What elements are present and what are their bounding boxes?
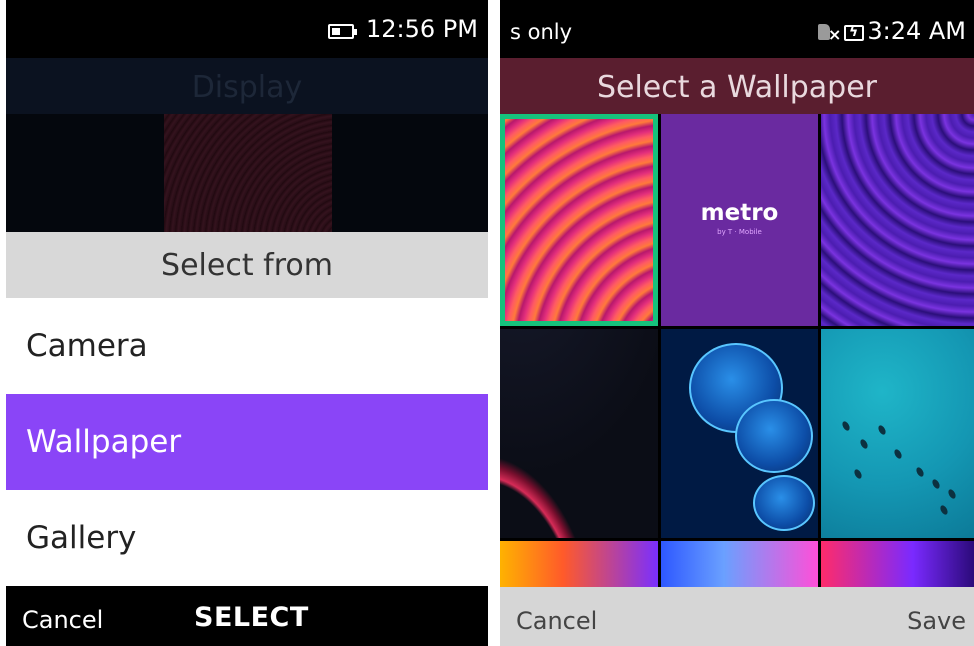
cancel-softkey[interactable]: Cancel	[516, 607, 597, 635]
softkey-bar: Cancel SELECT	[6, 586, 488, 646]
wallpaper-tile-5[interactable]	[661, 329, 818, 538]
battery-charging-icon: ϟ	[844, 24, 864, 41]
status-bar: 12:56 PM	[6, 0, 488, 58]
option-gallery[interactable]: Gallery	[6, 490, 488, 586]
selection-frame	[500, 114, 658, 326]
select-wallpaper-screen: s only × ϟ 3:24 AM Select a Wallpaper me…	[500, 0, 974, 646]
fish-shape	[938, 504, 950, 516]
option-label: Wallpaper	[26, 424, 182, 460]
wallpaper-tile-8[interactable]	[661, 541, 818, 587]
metro-tagline: by T · Mobile	[717, 228, 762, 236]
fish-shape	[858, 438, 870, 450]
sim-x-mark: ×	[828, 25, 842, 44]
background-title: Display	[191, 70, 303, 105]
fish-shape	[946, 488, 958, 500]
status-time: 3:24 AM	[867, 17, 966, 45]
page-title: Select a Wallpaper	[596, 70, 878, 105]
fish-shape	[914, 466, 926, 478]
wallpaper-tile-7[interactable]	[500, 541, 658, 587]
no-sim-icon: ×	[818, 24, 842, 44]
option-wallpaper[interactable]: Wallpaper	[6, 394, 488, 490]
option-label: Camera	[26, 328, 148, 364]
metro-logo: metro	[700, 200, 779, 226]
status-bar: s only × ϟ 3:24 AM	[500, 0, 974, 58]
fish-shape	[840, 420, 852, 432]
option-camera[interactable]: Camera	[6, 298, 488, 394]
cancel-softkey[interactable]: Cancel	[22, 606, 103, 634]
background-wallpaper-preview	[164, 114, 332, 232]
option-label: Gallery	[26, 520, 137, 556]
wallpaper-tile-4[interactable]	[500, 329, 658, 538]
fish-shape	[876, 424, 888, 436]
header: Select a Wallpaper	[500, 58, 974, 114]
status-time: 12:56 PM	[366, 15, 478, 43]
wallpaper-tile-1[interactable]	[500, 114, 658, 326]
wallpaper-tile-2[interactable]: metro by T · Mobile	[661, 114, 818, 326]
carrier-status-text: s only	[510, 20, 573, 44]
battery-icon	[328, 24, 357, 39]
save-softkey[interactable]: Save	[907, 607, 966, 635]
bolt-glyph: ϟ	[849, 24, 859, 40]
wallpaper-tile-9[interactable]	[821, 541, 974, 587]
softkey-bar: Cancel Save	[500, 587, 974, 646]
select-from-screen: 12:56 PM Display Select from Camera Wall…	[6, 0, 488, 646]
wallpaper-tile-6[interactable]	[821, 329, 974, 538]
wallpaper-tile-3[interactable]	[821, 114, 974, 326]
fish-shape	[852, 468, 864, 480]
background-header: Display	[6, 58, 488, 114]
fish-shape	[892, 448, 904, 460]
sheet-header: Select from	[6, 232, 488, 298]
select-softkey[interactable]: SELECT	[194, 602, 309, 633]
fish-shape	[930, 478, 942, 490]
jellyfish-shape	[735, 399, 813, 473]
sheet-title: Select from	[161, 248, 333, 283]
jellyfish-shape	[753, 475, 815, 531]
